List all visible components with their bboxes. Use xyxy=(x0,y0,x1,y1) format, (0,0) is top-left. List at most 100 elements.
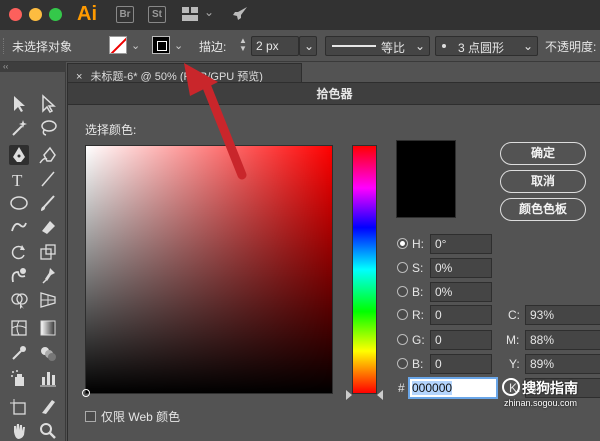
brightness-field-row: B: 0% xyxy=(397,282,497,302)
color-field-cursor[interactable] xyxy=(82,389,90,397)
web-colors-only-label: 仅限 Web 颜色 xyxy=(101,410,181,424)
magenta-input[interactable]: 88% xyxy=(525,330,600,350)
magic-wand-tool-icon[interactable] xyxy=(9,118,29,138)
hue-field-row: H: 0° xyxy=(397,234,497,254)
cancel-button[interactable]: 取消 xyxy=(500,170,586,193)
stroke-weight-input[interactable]: 2 px xyxy=(251,36,299,56)
hue-label: H: xyxy=(412,237,424,251)
chevron-down-icon[interactable]: ⌄ xyxy=(174,39,183,52)
hex-color-input[interactable]: 000000 xyxy=(408,377,498,399)
red-field-row: R: 0 xyxy=(397,305,497,325)
yellow-input[interactable]: 89% xyxy=(525,354,600,374)
symbol-sprayer-tool-icon[interactable] xyxy=(9,368,29,388)
blue-label: B: xyxy=(412,357,424,371)
saturation-brightness-field[interactable] xyxy=(82,145,333,397)
shape-builder-tool-icon[interactable] xyxy=(9,290,29,310)
black-label: K: xyxy=(509,381,521,395)
saturation-field-row: S: 0% xyxy=(397,258,497,278)
hue-slider-handle-left[interactable] xyxy=(346,390,352,400)
fill-swatch[interactable] xyxy=(109,36,127,54)
gradient-tool-icon[interactable] xyxy=(38,318,58,338)
stock-button[interactable]: St xyxy=(148,6,166,23)
brightness-input[interactable]: 0% xyxy=(430,282,492,302)
hue-input[interactable]: 0° xyxy=(430,234,492,254)
chevron-down-icon[interactable]: ⌄ xyxy=(131,39,140,52)
curvature-tool-icon[interactable] xyxy=(38,145,58,165)
stroke-swatch[interactable] xyxy=(152,36,170,54)
yellow-label: Y: xyxy=(509,357,520,371)
stroke-weight-stepper[interactable]: ▲ ▼ xyxy=(236,37,250,55)
svg-text:T: T xyxy=(12,171,23,189)
hand-tool-icon[interactable] xyxy=(9,421,29,441)
mesh-tool-icon[interactable] xyxy=(9,318,29,338)
stroke-profile-preview xyxy=(332,45,376,47)
panel-grip[interactable] xyxy=(3,38,6,54)
green-radio[interactable] xyxy=(397,334,408,345)
web-colors-only-option[interactable]: 仅限 Web 颜色 xyxy=(85,408,180,425)
brush-dot-preview xyxy=(442,44,446,48)
hue-slider-handle-right[interactable] xyxy=(377,390,383,400)
cyan-input[interactable]: 93% xyxy=(525,305,600,325)
brush-definition-dropdown[interactable]: 3 点圆形 ⌄ xyxy=(435,36,538,56)
eyedropper-tool-icon[interactable] xyxy=(9,343,29,363)
black-input[interactable]: 80% xyxy=(525,378,600,398)
blue-input[interactable]: 0 xyxy=(430,354,492,374)
collapse-panel-icon[interactable]: ‹‹ xyxy=(0,62,66,72)
magenta-label: M: xyxy=(506,333,520,347)
select-color-label: 选择颜色: xyxy=(85,123,137,137)
red-label: R: xyxy=(412,308,424,322)
red-input[interactable]: 0 xyxy=(430,305,492,325)
saturation-radio[interactable] xyxy=(397,262,408,273)
hue-slider[interactable] xyxy=(352,145,377,394)
zoom-window-button[interactable] xyxy=(49,8,62,21)
arrange-documents-icon[interactable] xyxy=(182,7,198,21)
stroke-weight-dropdown[interactable]: ⌄ xyxy=(299,36,317,56)
slice-tool-icon[interactable] xyxy=(38,397,58,417)
color-swatches-button[interactable]: 颜色色板 xyxy=(500,198,586,221)
rocket-icon[interactable] xyxy=(232,6,248,22)
ok-button[interactable]: 确定 xyxy=(500,142,586,165)
direct-selection-tool-icon[interactable] xyxy=(38,94,58,114)
green-field-row: G: 0 xyxy=(397,330,497,350)
brush-label: 3 点圆形 xyxy=(458,41,505,55)
paintbrush-tool-icon[interactable] xyxy=(38,193,58,213)
dialog-title: 拾色器 xyxy=(68,83,600,105)
puppet-warp-tool-icon[interactable] xyxy=(38,266,58,286)
selection-status: 未选择对象 xyxy=(12,40,73,54)
blend-tool-icon[interactable] xyxy=(38,343,58,363)
tools-panel: ‹‹ T xyxy=(0,62,66,441)
type-tool-icon[interactable]: T xyxy=(9,169,29,190)
chevron-down-icon: ⌄ xyxy=(414,39,425,53)
saturation-input[interactable]: 0% xyxy=(430,258,492,278)
line-segment-tool-icon[interactable] xyxy=(38,169,58,189)
stroke-label[interactable]: 描边: xyxy=(199,38,226,55)
chevron-down-icon[interactable]: ⌄ xyxy=(204,5,214,19)
profile-label: 等比 xyxy=(381,41,406,55)
shaper-tool-icon[interactable] xyxy=(9,217,29,237)
artboard-tool-icon[interactable] xyxy=(9,397,29,417)
green-input[interactable]: 0 xyxy=(430,330,492,350)
red-radio[interactable] xyxy=(397,309,408,320)
minimize-window-button[interactable] xyxy=(29,8,42,21)
close-window-button[interactable] xyxy=(9,8,22,21)
blue-radio[interactable] xyxy=(397,358,408,369)
pen-tool-icon[interactable] xyxy=(9,145,29,165)
rotate-tool-icon[interactable] xyxy=(9,242,29,262)
warp-tool-icon[interactable] xyxy=(9,266,29,286)
selection-tool-icon[interactable] xyxy=(9,94,29,114)
ellipse-tool-icon[interactable] xyxy=(9,193,29,213)
app-titlebar: Ai Br St ⌄ xyxy=(0,0,600,30)
perspective-grid-tool-icon[interactable] xyxy=(38,290,58,310)
scale-tool-icon[interactable] xyxy=(38,242,58,262)
bridge-button[interactable]: Br xyxy=(116,6,134,23)
hue-radio[interactable] xyxy=(397,238,408,249)
brightness-radio[interactable] xyxy=(397,286,408,297)
opacity-label[interactable]: 不透明度: xyxy=(545,38,596,55)
lasso-tool-icon[interactable] xyxy=(38,118,58,138)
zoom-tool-icon[interactable] xyxy=(38,421,58,441)
green-label: G: xyxy=(412,333,425,347)
web-colors-only-checkbox[interactable] xyxy=(85,411,96,422)
column-graph-tool-icon[interactable] xyxy=(38,368,58,388)
hex-label: # xyxy=(398,381,405,395)
eraser-tool-icon[interactable] xyxy=(38,217,58,237)
